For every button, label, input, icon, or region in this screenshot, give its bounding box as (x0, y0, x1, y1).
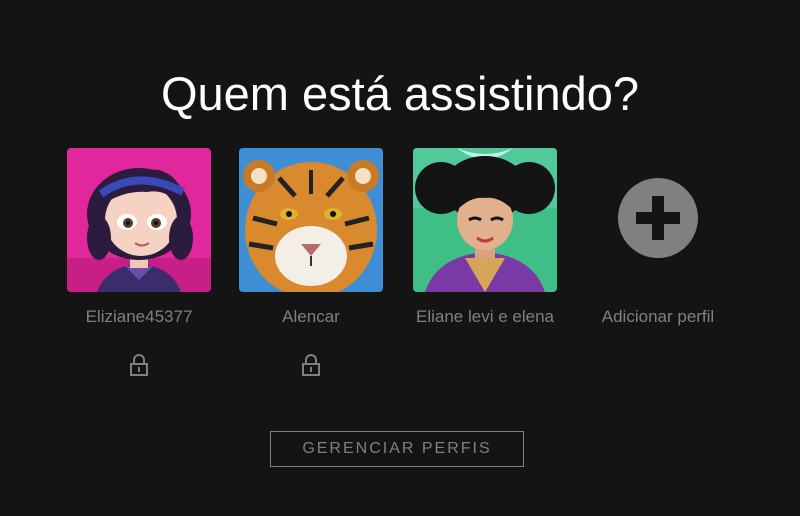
lock-icon (301, 354, 321, 381)
add-profile-card[interactable]: Adicionar perfil (586, 148, 730, 328)
lock-icon (129, 354, 149, 381)
add-profile-button[interactable] (586, 148, 730, 292)
profile-avatar-eliziane[interactable] (67, 148, 211, 292)
add-profile-label: Adicionar perfil (601, 307, 715, 326)
page-title: Quem está assistindo? (160, 67, 640, 120)
profile-avatar-eliane[interactable] (413, 148, 557, 292)
profile-card-eliane[interactable]: Eliane levi e elena (413, 148, 557, 328)
profile-name: Eliane levi e elena (416, 307, 554, 326)
profile-name: Eliziane45377 (85, 307, 193, 326)
profile-card-alencar[interactable]: Alencar (239, 148, 383, 381)
manage-profiles-button[interactable]: GERENCIAR PERFIS (270, 431, 524, 467)
profile-name: Alencar (282, 307, 340, 326)
plus-circle-icon (618, 177, 698, 263)
profile-avatar-alencar[interactable] (239, 148, 383, 292)
profile-card-eliziane[interactable]: Eliziane45377 (67, 148, 211, 381)
profile-gate-page: Quem está assistindo? Eliziane45377 Alen… (0, 0, 800, 516)
profile-list: Eliziane45377 Alencar Eliane levi e elen… (0, 148, 800, 388)
